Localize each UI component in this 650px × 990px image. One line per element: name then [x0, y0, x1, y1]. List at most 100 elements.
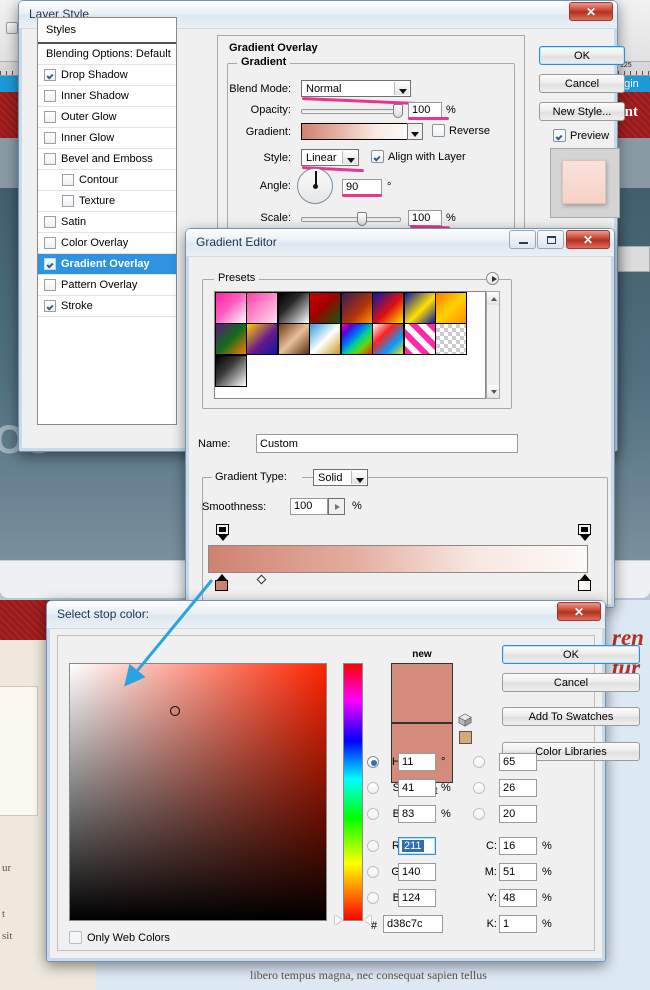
color-mode-radio[interactable] [367, 808, 379, 820]
style-enable-checkbox[interactable] [62, 174, 74, 186]
style-enable-checkbox[interactable] [44, 111, 56, 123]
style-select[interactable]: Linear [301, 149, 359, 166]
style-list-item[interactable]: Drop Shadow [38, 65, 176, 86]
preset-swatch[interactable] [278, 292, 310, 324]
style-enable-checkbox[interactable] [44, 69, 56, 81]
gradient-opacity-stop-right[interactable] [578, 524, 591, 541]
gradient-editor-close-button[interactable]: ✕ [566, 230, 610, 249]
gradient-picker-dropdown[interactable] [407, 123, 423, 140]
scroll-up-icon[interactable] [487, 292, 499, 305]
style-enable-checkbox[interactable] [44, 90, 56, 102]
color-mode-radio[interactable] [367, 782, 379, 794]
out-of-gamut-warning-icon[interactable] [458, 713, 472, 727]
style-enable-checkbox[interactable] [44, 279, 56, 291]
scale-input[interactable]: 100 [408, 210, 442, 226]
preset-swatch[interactable] [341, 292, 373, 324]
gradient-color-stop-right[interactable] [578, 574, 591, 591]
style-list-item[interactable]: Texture [38, 191, 176, 212]
layer-style-cancel-button[interactable]: Cancel [539, 74, 625, 93]
out-of-gamut-swatch[interactable] [459, 731, 472, 744]
color-picker-cancel-button[interactable]: Cancel [502, 673, 640, 692]
style-list-item[interactable]: Gradient Overlay [38, 254, 176, 275]
style-list-item[interactable]: Contour [38, 170, 176, 191]
color-channel-input[interactable]: 83 [398, 805, 436, 823]
preset-swatch[interactable] [372, 323, 404, 355]
gradient-editor-dialog[interactable]: Gradient Editor ✕ Presets OK Cancel Load… [185, 228, 615, 608]
style-list-item[interactable]: Inner Shadow [38, 86, 176, 107]
presets-menu-icon[interactable] [486, 272, 499, 285]
layer-style-close-button[interactable]: ✕ [569, 2, 613, 21]
preset-swatch[interactable] [215, 355, 247, 387]
preset-swatch[interactable] [309, 292, 341, 324]
preset-swatch[interactable] [435, 323, 467, 355]
style-enable-checkbox[interactable] [44, 216, 56, 228]
style-list-item[interactable]: Inner Glow [38, 128, 176, 149]
preset-swatch[interactable] [246, 292, 278, 324]
scroll-down-icon[interactable] [487, 385, 499, 398]
preset-swatch[interactable] [246, 323, 278, 355]
saturation-value-field[interactable] [69, 663, 327, 921]
gradient-color-stop-left[interactable] [215, 574, 228, 591]
style-list-item[interactable]: Satin [38, 212, 176, 233]
style-list-item[interactable]: Outer Glow [38, 107, 176, 128]
preset-swatch[interactable] [309, 323, 341, 355]
blend-mode-select[interactable]: Normal [301, 80, 411, 97]
preset-swatch[interactable] [404, 292, 436, 324]
scale-slider-knob[interactable] [357, 212, 367, 226]
hue-slider[interactable] [343, 663, 363, 921]
presets-scrollbar[interactable] [486, 291, 500, 399]
styles-list[interactable]: Styles Blending Options: DefaultDrop Sha… [37, 17, 177, 425]
style-enable-checkbox[interactable] [44, 258, 56, 270]
color-channel-input[interactable]: 124 [398, 889, 436, 907]
color-channel-input[interactable]: 51 [499, 863, 537, 881]
color-mode-radio[interactable] [367, 756, 379, 768]
color-picker-ok-button[interactable]: OK [502, 645, 640, 664]
smoothness-stepper[interactable] [328, 498, 345, 515]
preset-swatch[interactable] [341, 323, 373, 355]
color-channel-input[interactable]: 26 [499, 779, 537, 797]
color-channel-input[interactable]: 41 [398, 779, 436, 797]
style-list-item[interactable]: Color Overlay [38, 233, 176, 254]
color-mode-radio[interactable] [367, 892, 379, 904]
opacity-input[interactable]: 100 [408, 102, 442, 118]
style-enable-checkbox[interactable] [44, 237, 56, 249]
color-mode-radio[interactable] [367, 866, 379, 878]
reverse-checkbox[interactable] [432, 124, 445, 137]
align-with-layer-checkbox[interactable] [371, 150, 384, 163]
new-style-button[interactable]: New Style... [539, 102, 625, 121]
color-channel-input[interactable]: 65 [499, 753, 537, 771]
color-mode-radio[interactable] [367, 840, 379, 852]
color-channel-input[interactable]: 1 [499, 915, 537, 933]
preset-swatch[interactable] [278, 323, 310, 355]
color-selection-marker[interactable] [170, 706, 180, 716]
style-list-item[interactable]: Blending Options: Default [38, 44, 176, 65]
gradient-name-input[interactable]: Custom [256, 434, 518, 453]
gradient-bar[interactable] [208, 545, 588, 573]
style-list-item[interactable]: Stroke [38, 296, 176, 317]
scale-slider-track[interactable] [301, 217, 401, 222]
color-picker-close-button[interactable]: ✕ [557, 602, 601, 621]
gradient-editor-maximize-button[interactable] [537, 230, 564, 249]
preset-swatch[interactable] [215, 292, 247, 324]
color-channel-input[interactable]: 211 [398, 837, 436, 855]
style-enable-checkbox[interactable] [44, 300, 56, 312]
gradient-type-select[interactable]: Solid [313, 469, 368, 486]
color-mode-radio[interactable] [473, 808, 485, 820]
opacity-slider-knob[interactable] [393, 104, 403, 118]
chevron-down-icon[interactable] [407, 125, 421, 138]
color-channel-input[interactable]: 48 [499, 889, 537, 907]
preset-swatch[interactable] [215, 323, 247, 355]
add-to-swatches-button[interactable]: Add To Swatches [502, 707, 640, 726]
color-mode-radio[interactable] [473, 756, 485, 768]
gradient-preview-swatch[interactable] [301, 123, 411, 140]
color-channel-input[interactable]: 16 [499, 837, 537, 855]
style-list-item[interactable]: Pattern Overlay [38, 275, 176, 296]
preset-swatch[interactable] [372, 292, 404, 324]
layer-style-ok-button[interactable]: OK [539, 46, 625, 65]
style-enable-checkbox[interactable] [62, 195, 74, 207]
chevron-down-icon[interactable] [351, 471, 366, 484]
gradient-editor-minimize-button[interactable] [509, 230, 536, 249]
color-channel-input[interactable]: 11 [398, 753, 436, 771]
style-enable-checkbox[interactable] [44, 153, 56, 165]
preset-swatch[interactable] [435, 292, 467, 324]
